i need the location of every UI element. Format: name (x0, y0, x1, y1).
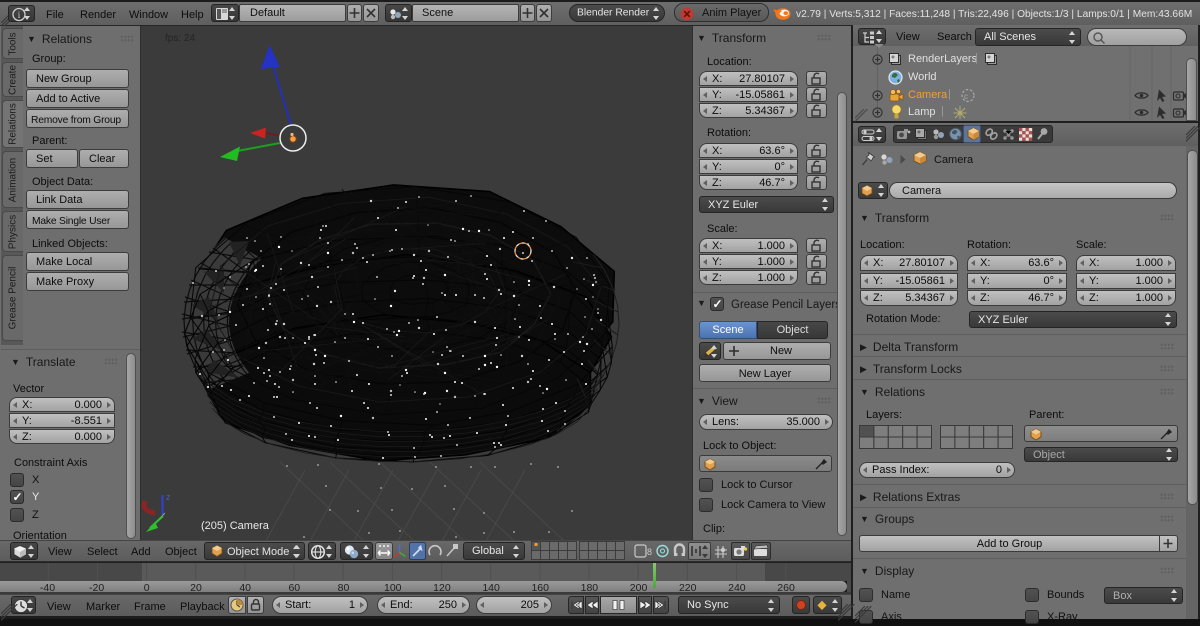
svg-text:c: c (964, 92, 968, 101)
svg-text:8: 8 (647, 547, 652, 557)
svg-text:z: z (166, 492, 171, 502)
svg-text:i: i (18, 10, 21, 20)
